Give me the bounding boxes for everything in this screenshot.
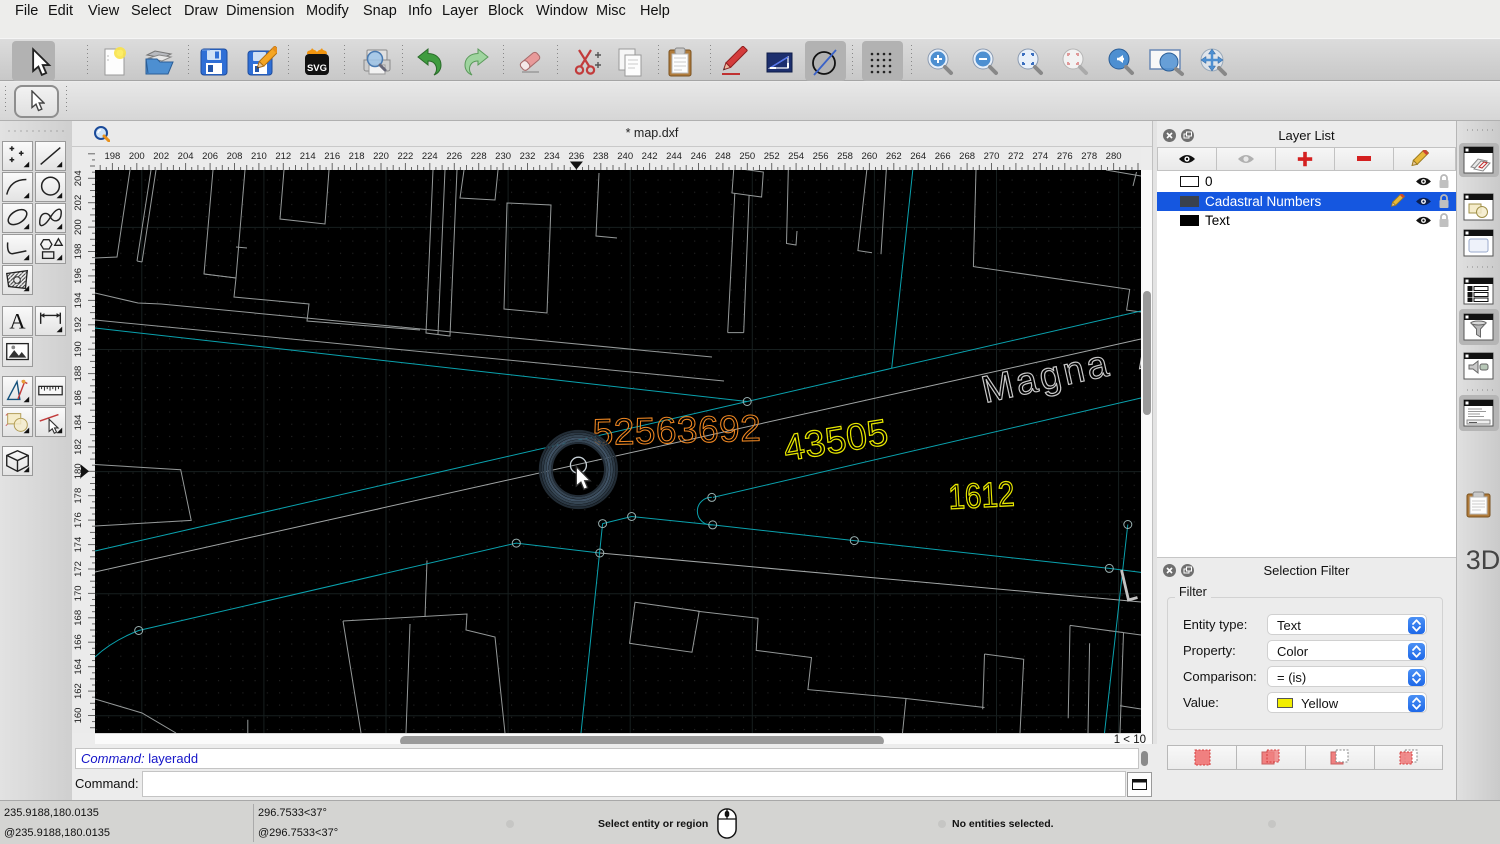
- svg-text:230: 230: [495, 151, 511, 162]
- svg-text:216: 216: [324, 151, 340, 162]
- svg-text:258: 258: [837, 151, 853, 162]
- svg-text:246: 246: [691, 151, 707, 162]
- svg-text:228: 228: [471, 151, 487, 162]
- svg-text:178: 178: [73, 488, 84, 504]
- svg-text:262: 262: [886, 151, 902, 162]
- svg-text:182: 182: [73, 439, 84, 455]
- svg-text:200: 200: [129, 151, 145, 162]
- svg-text:192: 192: [73, 317, 84, 333]
- svg-text:222: 222: [397, 151, 413, 162]
- svg-text:206: 206: [202, 151, 218, 162]
- svg-text:190: 190: [73, 341, 84, 357]
- svg-text:172: 172: [73, 561, 84, 577]
- svg-text:224: 224: [422, 151, 438, 162]
- svg-text:166: 166: [73, 634, 84, 650]
- svg-text:238: 238: [593, 151, 609, 162]
- svg-text:242: 242: [642, 151, 658, 162]
- svg-text:198: 198: [73, 244, 84, 260]
- svg-text:162: 162: [73, 683, 84, 699]
- svg-text:268: 268: [959, 151, 975, 162]
- svg-text:170: 170: [73, 585, 84, 601]
- svg-text:280: 280: [1106, 151, 1122, 162]
- svg-text:202: 202: [73, 195, 84, 211]
- svg-text:164: 164: [73, 659, 84, 675]
- svg-text:264: 264: [910, 151, 926, 162]
- svg-text:214: 214: [300, 151, 316, 162]
- svg-text:278: 278: [1081, 151, 1097, 162]
- svg-text:168: 168: [73, 610, 84, 626]
- svg-text:236: 236: [568, 151, 584, 162]
- svg-text:240: 240: [617, 151, 633, 162]
- svg-text:232: 232: [520, 151, 536, 162]
- svg-text:208: 208: [227, 151, 243, 162]
- svg-text:226: 226: [446, 151, 462, 162]
- svg-text:272: 272: [1008, 151, 1024, 162]
- svg-text:266: 266: [935, 151, 951, 162]
- svg-text:188: 188: [73, 366, 84, 382]
- svg-text:200: 200: [73, 219, 84, 235]
- svg-text:SVG: SVG: [307, 63, 327, 74]
- svg-text:252: 252: [764, 151, 780, 162]
- svg-text:234: 234: [544, 151, 560, 162]
- svg-text:1612: 1612: [947, 474, 1015, 516]
- svg-text:A: A: [9, 309, 26, 334]
- svg-text:218: 218: [349, 151, 365, 162]
- svg-text:254: 254: [788, 151, 804, 162]
- svg-text:202: 202: [153, 151, 169, 162]
- svg-text:270: 270: [984, 151, 1000, 162]
- svg-text:196: 196: [73, 268, 84, 284]
- svg-text:204: 204: [178, 151, 194, 162]
- svg-text:186: 186: [73, 390, 84, 406]
- svg-text:198: 198: [104, 151, 120, 162]
- svg-text:52563692: 52563692: [592, 408, 762, 453]
- svg-text:248: 248: [715, 151, 731, 162]
- svg-text:260: 260: [861, 151, 877, 162]
- svg-text:194: 194: [73, 292, 84, 308]
- svg-text:250: 250: [739, 151, 755, 162]
- svg-text:210: 210: [251, 151, 267, 162]
- svg-text:204: 204: [73, 170, 84, 186]
- svg-text:220: 220: [373, 151, 389, 162]
- svg-text:256: 256: [813, 151, 829, 162]
- svg-text:184: 184: [73, 415, 84, 431]
- svg-text:160: 160: [73, 708, 84, 724]
- svg-text:212: 212: [275, 151, 291, 162]
- svg-text:244: 244: [666, 151, 682, 162]
- svg-text:276: 276: [1057, 151, 1073, 162]
- svg-text:176: 176: [73, 512, 84, 528]
- svg-text:174: 174: [73, 537, 84, 553]
- svg-text:274: 274: [1032, 151, 1048, 162]
